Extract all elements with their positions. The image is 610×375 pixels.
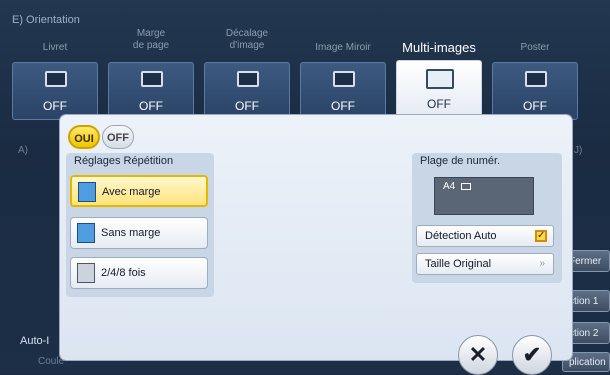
numbering-range-group: Plage de numér. A4 Détection Auto ✓ Tail… (412, 153, 562, 283)
row-j-label: J) (574, 145, 583, 156)
tab-5[interactable]: OFF (492, 62, 578, 120)
tab-value-5: OFF (523, 99, 547, 113)
ok-button[interactable]: ✔ (512, 335, 552, 375)
tab-label-2: Décalage d'image (225, 28, 269, 51)
multi-image-icon (426, 69, 454, 89)
paper-size-label: A4 (443, 181, 456, 192)
without-margin-button[interactable]: Sans marge (70, 217, 208, 249)
tab-value-3: OFF (331, 99, 355, 113)
repeat-248-icon (77, 263, 95, 283)
with-margin-button[interactable]: Avec marge (70, 175, 208, 207)
auto-detect-button[interactable]: Détection Auto ✓ (416, 225, 554, 247)
tab-value-0: OFF (43, 99, 67, 113)
double-chevron-right-icon: » (539, 258, 545, 269)
off-toggle[interactable]: OFF (102, 125, 134, 149)
repeat-settings-group: Réglages Répétition Avec marge Sans marg… (66, 153, 214, 297)
repeat-248-button[interactable]: 2/4/8 fois (70, 257, 208, 289)
section-label: E) Orientation (12, 14, 80, 26)
multi-image-dialog: OUI OFF Réglages Répétition Avec marge S… (60, 115, 572, 360)
tab-label-0: Livret (42, 42, 68, 53)
page-margin-icon (141, 71, 163, 87)
with-margin-label: Avec marge (102, 186, 161, 198)
numbering-range-title: Plage de numér. (420, 155, 501, 167)
tab-4[interactable]: OFF (396, 60, 482, 120)
tab-label-4: Multi-images (402, 40, 476, 55)
landscape-paper-icon (461, 183, 471, 190)
row-a-label: A) (18, 145, 28, 156)
tab-0[interactable]: OFF (12, 62, 98, 120)
repeat-248-label: 2/4/8 fois (101, 267, 146, 279)
tab-value-1: OFF (139, 99, 163, 113)
tab-value-4: OFF (427, 97, 451, 111)
tab-label-1: Marge de page (132, 28, 170, 51)
original-size-button[interactable]: Taille Original » (416, 253, 554, 275)
tab-2[interactable]: OFF (204, 62, 290, 120)
poster-icon (525, 71, 547, 87)
repeat-settings-title: Réglages Répétition (74, 155, 174, 167)
tab-value-2: OFF (235, 99, 259, 113)
checkbox-checked-icon: ✓ (535, 230, 547, 242)
auto-detect-label: Détection Auto (425, 230, 497, 242)
tab-label-3: Image Miroir (315, 42, 371, 53)
color-tab-label[interactable]: Coule (38, 356, 64, 367)
without-margin-icon (77, 223, 95, 243)
auto-button-label[interactable]: Auto-I (20, 335, 49, 347)
tab-label-5: Poster (520, 42, 550, 53)
mirror-image-icon (333, 71, 355, 87)
with-margin-icon (78, 182, 96, 202)
paper-size-display: A4 (434, 177, 534, 215)
tab-3[interactable]: OFF (300, 62, 386, 120)
tab-1[interactable]: OFF (108, 62, 194, 120)
without-margin-label: Sans marge (101, 227, 161, 239)
image-shift-icon (237, 71, 259, 87)
original-size-label: Taille Original (425, 258, 492, 270)
cancel-button[interactable]: ✕ (458, 335, 498, 375)
oui-toggle[interactable]: OUI (68, 125, 100, 149)
booklet-icon (45, 71, 67, 87)
